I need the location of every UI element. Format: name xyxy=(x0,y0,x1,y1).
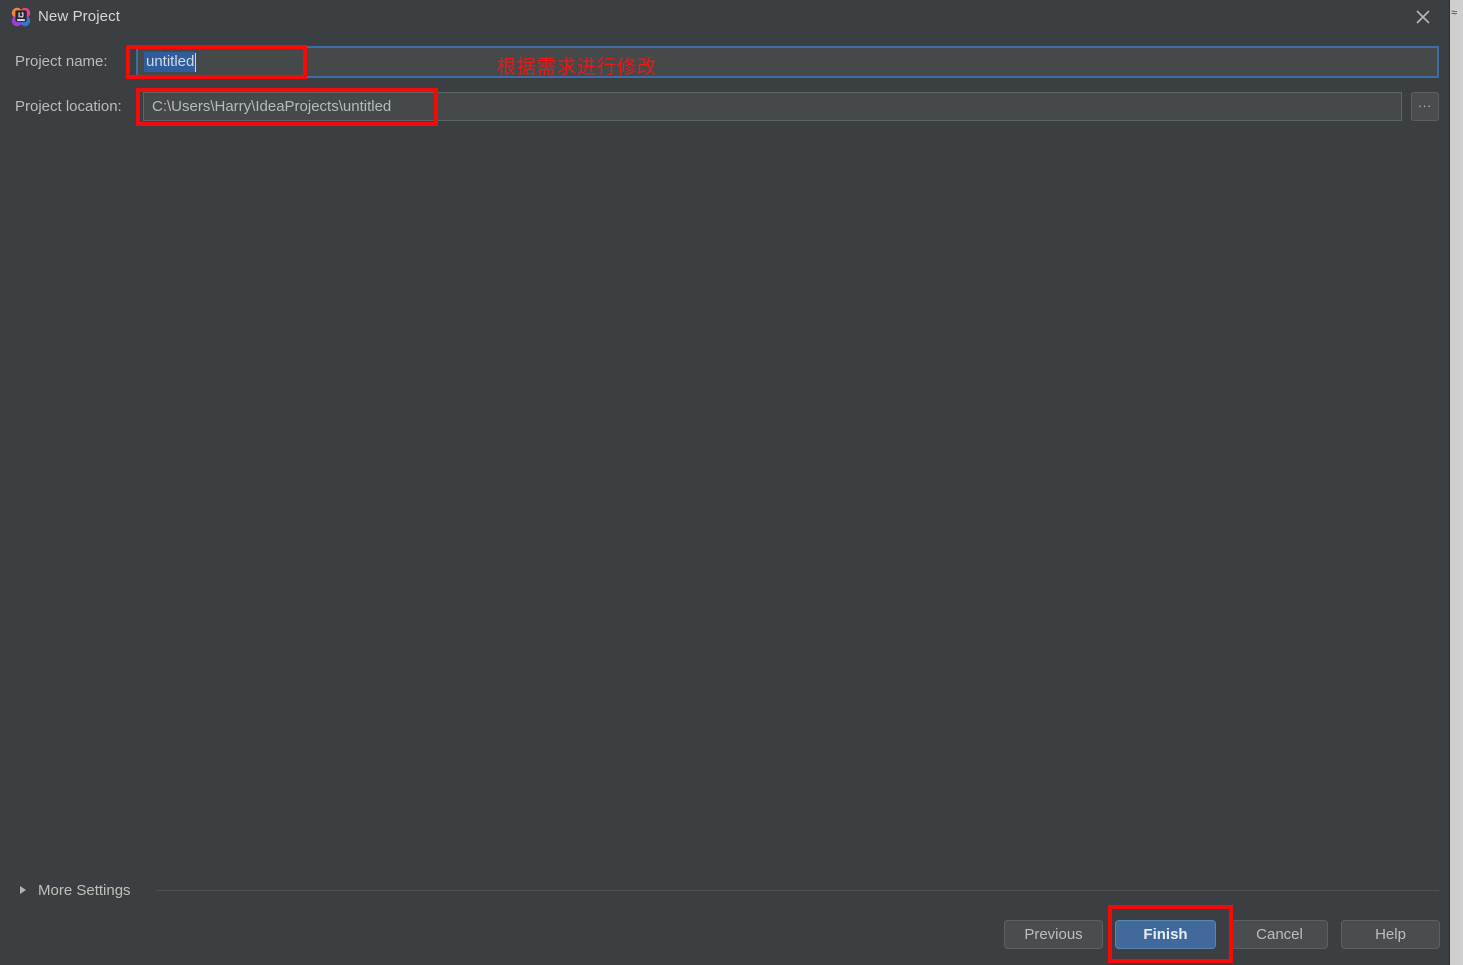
dialog-title: New Project xyxy=(38,8,120,25)
project-name-input[interactable]: untitled xyxy=(136,46,1439,78)
finish-button[interactable]: Finish xyxy=(1115,920,1216,949)
background-page-strip xyxy=(1450,0,1463,965)
project-name-label: Project name: xyxy=(15,53,108,70)
background-page-glyph: ≈ xyxy=(1451,7,1458,19)
triangle-right-icon xyxy=(20,886,26,894)
new-project-dialog: IJ New Project Project name: untitled Pr… xyxy=(0,0,1450,965)
more-settings-label: More Settings xyxy=(38,881,131,899)
more-settings-toggle[interactable]: More Settings xyxy=(20,879,131,901)
more-settings-divider xyxy=(156,890,1439,891)
project-name-value: untitled xyxy=(144,52,196,72)
help-button[interactable]: Help xyxy=(1341,920,1440,949)
close-icon[interactable] xyxy=(1412,6,1434,28)
browse-location-button[interactable]: ... xyxy=(1411,92,1439,121)
text-caret xyxy=(195,52,197,72)
cancel-button[interactable]: Cancel xyxy=(1231,920,1328,949)
project-location-input[interactable]: C:\Users\Harry\IdeaProjects\untitled xyxy=(143,92,1402,121)
previous-button[interactable]: Previous xyxy=(1004,920,1103,949)
svg-text:IJ: IJ xyxy=(18,13,24,20)
project-location-value: C:\Users\Harry\IdeaProjects\untitled xyxy=(152,98,392,115)
project-location-label: Project location: xyxy=(15,98,122,115)
intellij-idea-icon: IJ xyxy=(11,7,31,27)
dialog-titlebar: IJ New Project xyxy=(0,0,1449,34)
